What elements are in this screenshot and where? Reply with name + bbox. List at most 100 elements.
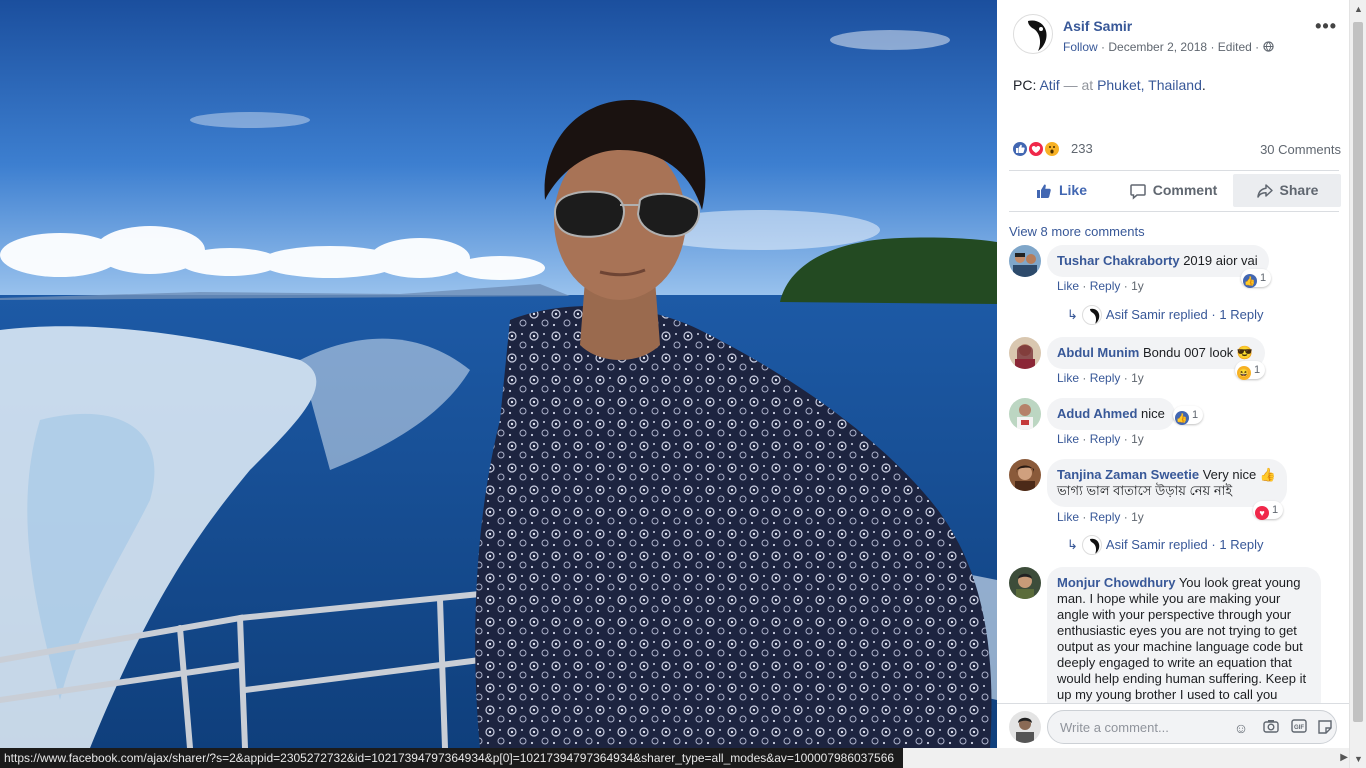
emoji-icon[interactable]: ☺ [1232,719,1250,737]
commenter-name[interactable]: Monjur Chowdhury [1057,575,1175,590]
comment-input[interactable]: Write a comment... ☺ GIF [1047,710,1337,744]
post-actions: Like Comment Share [1009,174,1341,208]
like-label: Like [1058,182,1087,198]
replies-link[interactable]: ↳ Asif Samir replied · 1 Reply [1067,305,1263,325]
reply-arrow-icon: ↳ [1067,307,1078,322]
replied-word: replied [1168,537,1208,552]
comment-text-line: angle with your perspective through your [1057,607,1292,622]
commenter-name[interactable]: Tanjina Zaman Sweetie [1057,467,1199,482]
author-avatar[interactable] [1013,14,1053,54]
vertical-scrollbar[interactable]: ▲ ▼ [1349,0,1366,768]
post-author-name[interactable]: Asif Samir [1063,18,1132,34]
edited-label[interactable]: Edited [1218,40,1252,54]
caption-period: . [1201,77,1206,93]
post-photo[interactable] [0,0,997,748]
comment-age[interactable]: 1y [1131,432,1144,446]
comment-text-line: output as your machine language code but [1057,639,1303,654]
replied-word: replied [1168,307,1208,322]
reply-arrow-icon: ↳ [1067,537,1078,552]
caption-prefix: PC: [1013,77,1040,93]
camera-icon[interactable] [1262,719,1280,737]
comment-text-line: enthusiastic eyes you are not trying to … [1057,623,1297,638]
comment-reaction-badge[interactable]: ♥ 1 [1253,501,1284,520]
comment-reply-link[interactable]: Reply [1090,432,1121,446]
comment-item: Tushar Chakraborty 2019 aior vai 👍 1 Like… [1009,245,1339,325]
scroll-up-icon[interactable]: ▲ [1354,4,1363,14]
comment-actions: Like · Reply · 1y [1057,432,1144,446]
like-reaction-icon: 👍 [1243,274,1257,288]
replier-name: Asif Samir [1105,537,1166,552]
meta-separator: · [1210,40,1215,54]
comment-reaction-count: 1 [1260,272,1267,284]
meta-separator: · [1255,40,1260,54]
comment-bubble: Abdul Munim Bondu 007 look 😎 [1047,337,1265,369]
comment-like-link[interactable]: Like [1057,371,1079,385]
like-button[interactable]: Like [1009,174,1113,207]
haha-reaction-icon: 😆 [1237,366,1251,380]
sticker-icon[interactable] [1316,719,1334,737]
comment-like-link[interactable]: Like [1057,432,1079,446]
comment-reaction-count: 1 [1272,504,1279,516]
commenter-avatar[interactable] [1009,245,1041,277]
share-label: Share [1279,182,1319,198]
replier-avatar [1081,305,1102,325]
comment-item: Tanjina Zaman Sweetie Very nice 👍 ভাগ্য … [1009,459,1339,559]
tagged-user-link[interactable]: Atif [1039,77,1059,93]
reply-count: 1 Reply [1219,307,1264,322]
comment-text: Very nice 👍 [1202,467,1276,482]
post-header: Asif Samir Follow · December 2, 2018 · E… [1013,14,1341,58]
comment-reply-link[interactable]: Reply [1090,371,1121,385]
comment-item: Adud Ahmed nice 👍 1 Like · Reply · 1y [1009,398,1339,450]
commenter-avatar[interactable] [1009,398,1041,430]
comment-reaction-badge[interactable]: 👍 1 [1173,406,1204,425]
comment-bubble: Adud Ahmed nice [1047,398,1175,430]
replier-name: Asif Samir [1105,307,1166,322]
follow-link[interactable]: Follow [1063,40,1098,54]
comment-text: nice [1141,406,1165,421]
scroll-thumb[interactable] [1353,22,1363,722]
comments-count-link[interactable]: 30 Comments [1260,142,1341,157]
comment-item: Abdul Munim Bondu 007 look 😎 😆 1 Like · R… [1009,337,1339,389]
view-more-comments-link[interactable]: View 8 more comments [1009,224,1145,239]
commenter-avatar[interactable] [1009,567,1041,599]
replies-link[interactable]: ↳ Asif Samir replied · 1 Reply [1067,535,1263,555]
horizontal-scrollbar[interactable]: ▶ [903,748,1366,768]
comment-age[interactable]: 1y [1131,510,1144,524]
speech-bubble-icon [1129,184,1146,200]
comment-reaction-badge[interactable]: 😆 1 [1235,361,1266,380]
comment-reply-link[interactable]: Reply [1090,510,1121,524]
comment-like-link[interactable]: Like [1057,279,1079,293]
comment-label: Comment [1152,182,1218,198]
comment-like-link[interactable]: Like [1057,510,1079,524]
photo-scene [0,0,997,748]
commenter-avatar[interactable] [1009,337,1041,369]
gif-icon[interactable]: GIF [1290,719,1308,737]
commenter-name[interactable]: Abdul Munim [1057,345,1139,360]
comment-reaction-badge[interactable]: 👍 1 [1241,269,1272,288]
comment-text-line2: ভাগ্য ভাল বাতাসে উড়ায় নেয় নাই [1057,483,1233,498]
share-button[interactable]: Share [1233,174,1341,207]
comment-age[interactable]: 1y [1131,371,1144,385]
commenter-name[interactable]: Tushar Chakraborty [1057,253,1180,268]
comment-composer: Write a comment... ☺ GIF [997,703,1349,748]
comment-text-line: You look great young [1178,575,1301,590]
commenter-avatar[interactable] [1009,459,1041,491]
comment-age[interactable]: 1y [1131,279,1144,293]
author-avatar-icon [1028,20,1047,51]
comment-reaction-count: 1 [1192,409,1199,421]
scroll-right-icon[interactable]: ▶ [1340,752,1348,763]
comment-text: 2019 aior vai [1183,253,1258,268]
more-options-icon[interactable]: ••• [1315,16,1337,37]
wow-reaction-icon [1043,140,1061,158]
scroll-down-icon[interactable]: ▼ [1354,754,1363,764]
globe-icon[interactable] [1262,40,1274,54]
comment-reply-link[interactable]: Reply [1090,279,1121,293]
comment-bubble: Tushar Chakraborty 2019 aior vai [1047,245,1269,277]
status-bar-url: https://www.facebook.com/ajax/sharer/?s=… [0,748,903,768]
comment-text: Bondu 007 look 😎 [1142,345,1254,360]
commenter-name[interactable]: Adud Ahmed [1057,406,1137,421]
post-date[interactable]: December 2, 2018 [1108,40,1207,54]
place-link[interactable]: Phuket, Thailand [1097,77,1202,93]
comment-button[interactable]: Comment [1121,174,1225,207]
comment-actions: Like · Reply · 1y [1057,279,1144,293]
